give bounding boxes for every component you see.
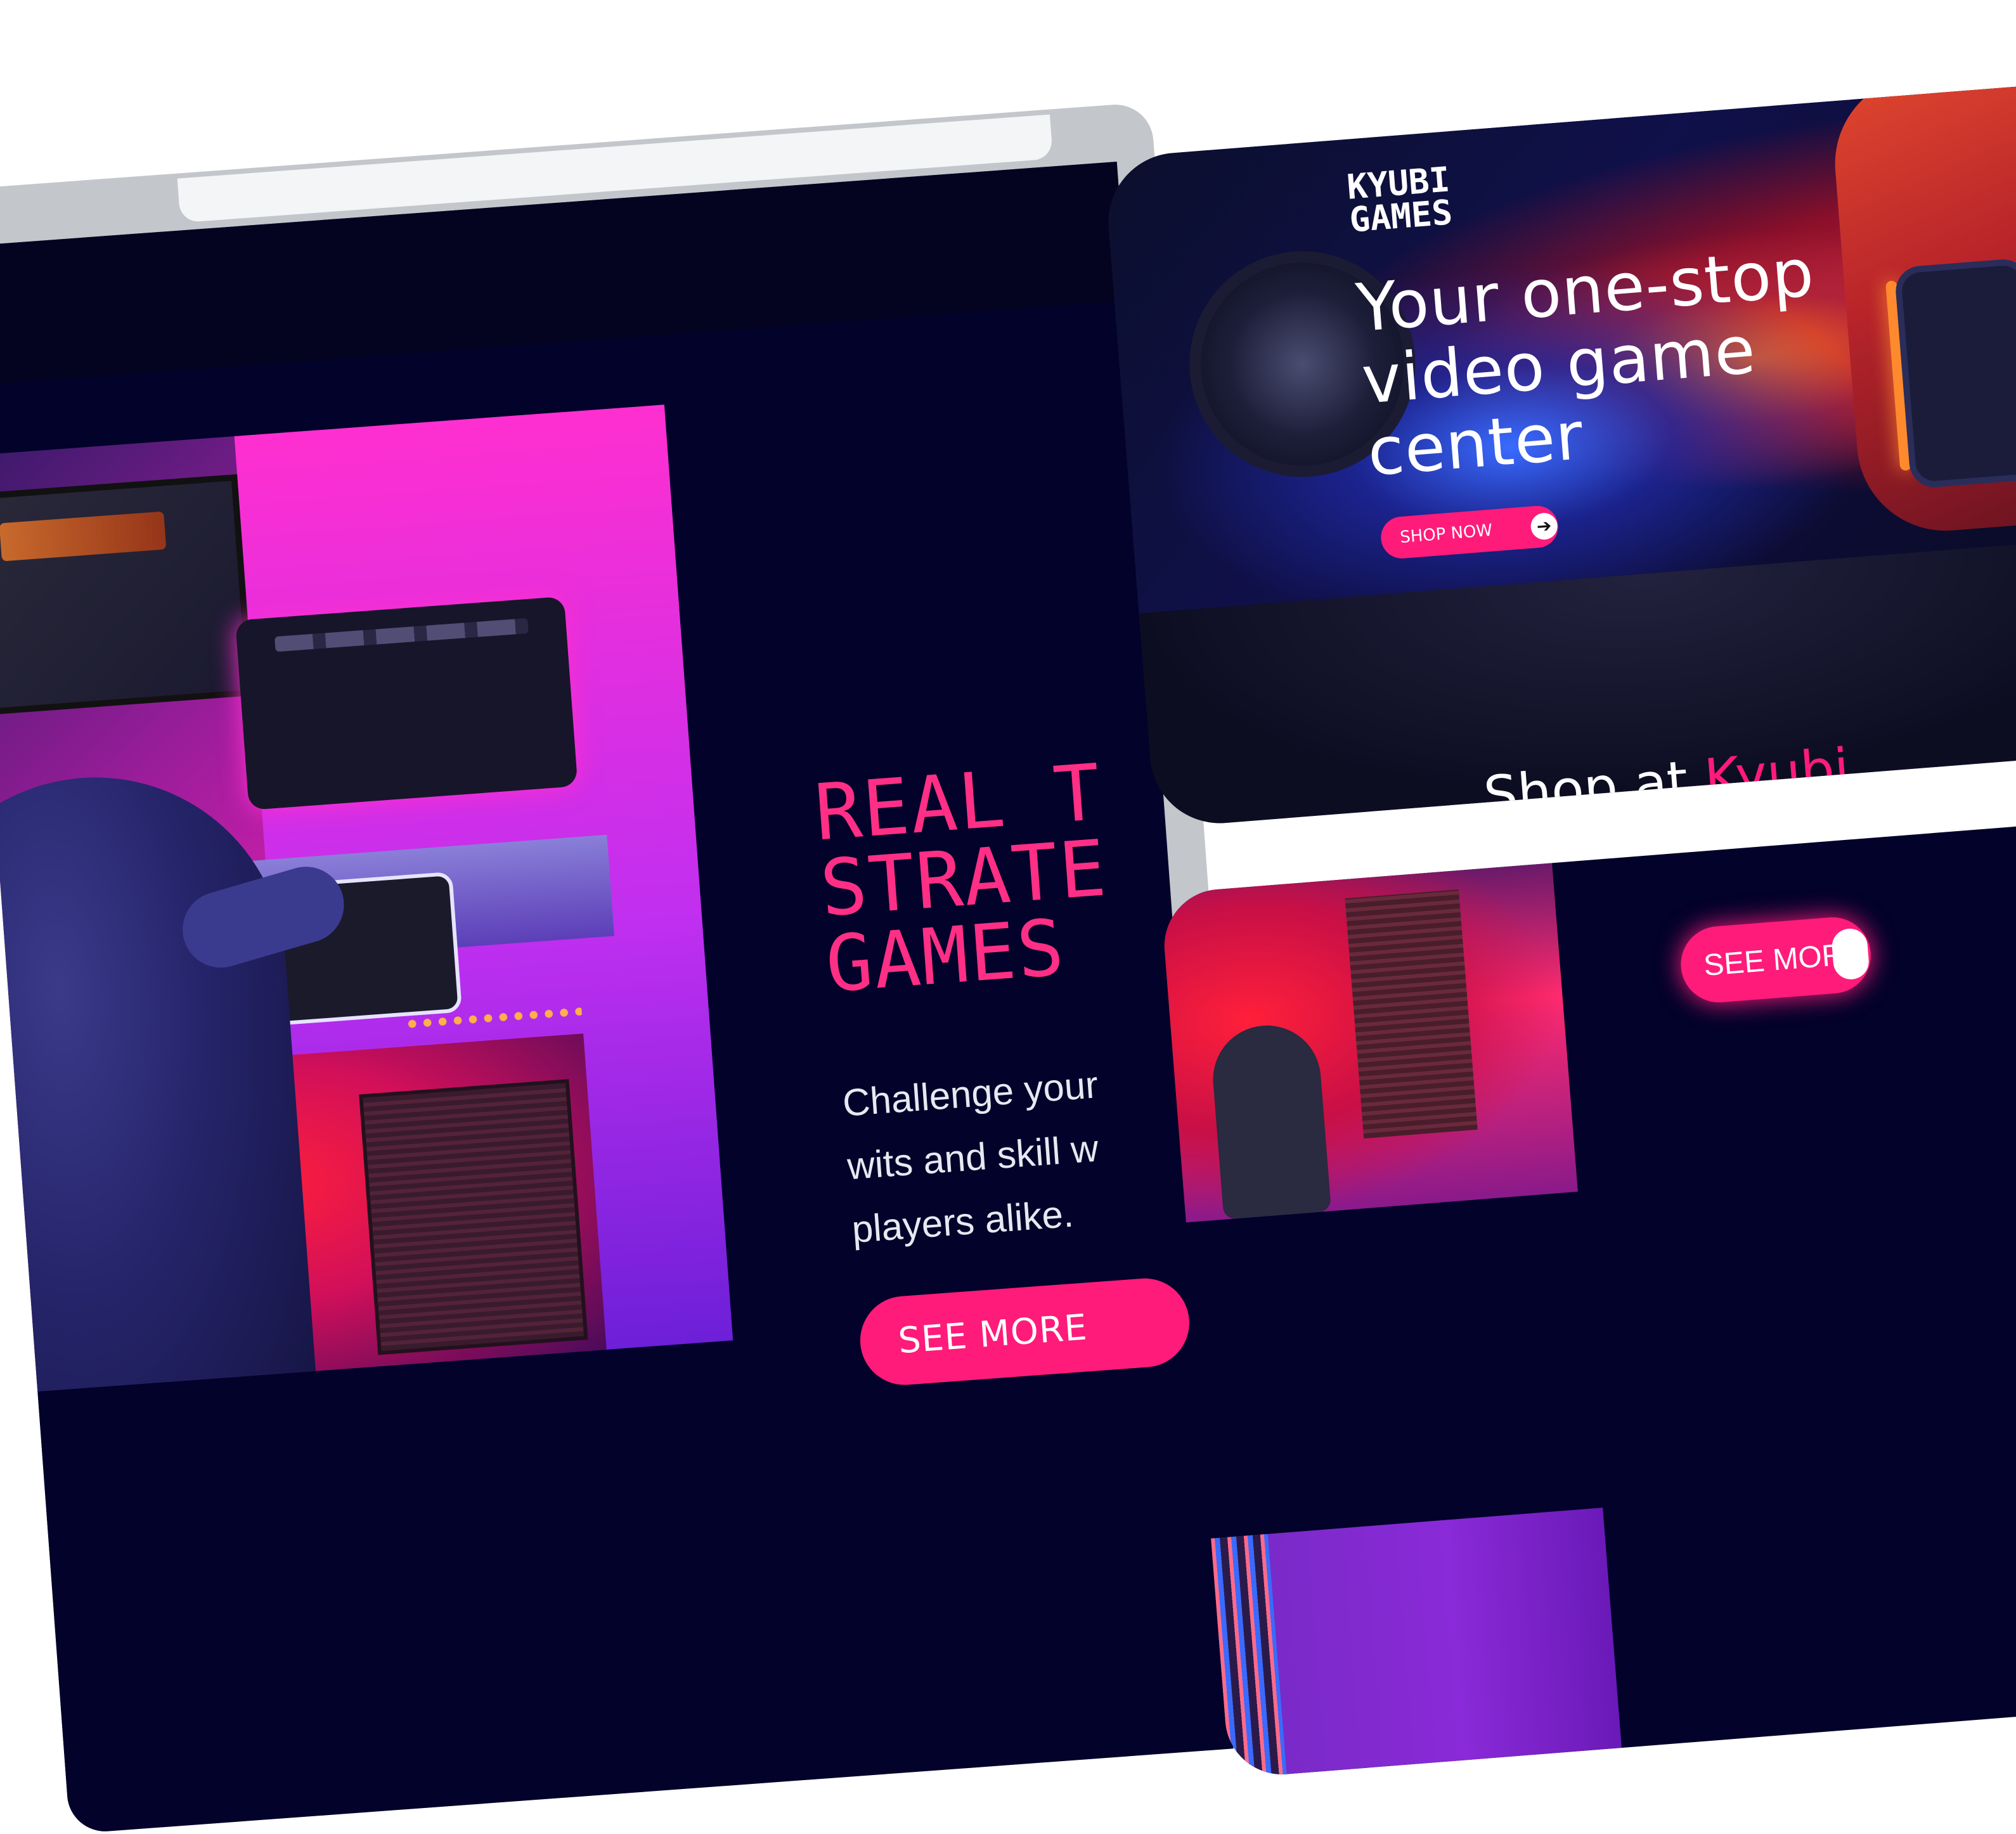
see-more-button[interactable]: SEE MORE xyxy=(856,1275,1192,1388)
kyubi-logo: KYUBI GAMES xyxy=(1345,159,1454,240)
mobile-hero-card: KYUBI GAMES Your one-stop video game cen… xyxy=(1103,79,2016,829)
gaming-setup-image xyxy=(0,404,733,1392)
hero-title: Your one-stop video game center xyxy=(1353,233,1818,491)
section-heading: REAL T STRATE GAMES xyxy=(811,747,1111,1010)
laptop-mockup: REAL T STRATE GAMES Challenge your wits … xyxy=(0,101,1272,1834)
shop-heading-brand: Kyubi xyxy=(1702,736,1852,810)
pc-tower xyxy=(1345,889,1478,1139)
button-knob-icon xyxy=(1830,927,1870,981)
header-bar xyxy=(0,162,1127,387)
gaming-chair xyxy=(1209,1021,1332,1220)
desktop-page: REAL T STRATE GAMES Challenge your wits … xyxy=(0,162,1234,1834)
monitor xyxy=(0,474,254,718)
section-description: Challenge your wits and skill w players … xyxy=(841,1063,1100,1251)
mobile-section-card: SEE MORE xyxy=(1160,819,2016,1779)
pc-tower xyxy=(359,1079,588,1355)
